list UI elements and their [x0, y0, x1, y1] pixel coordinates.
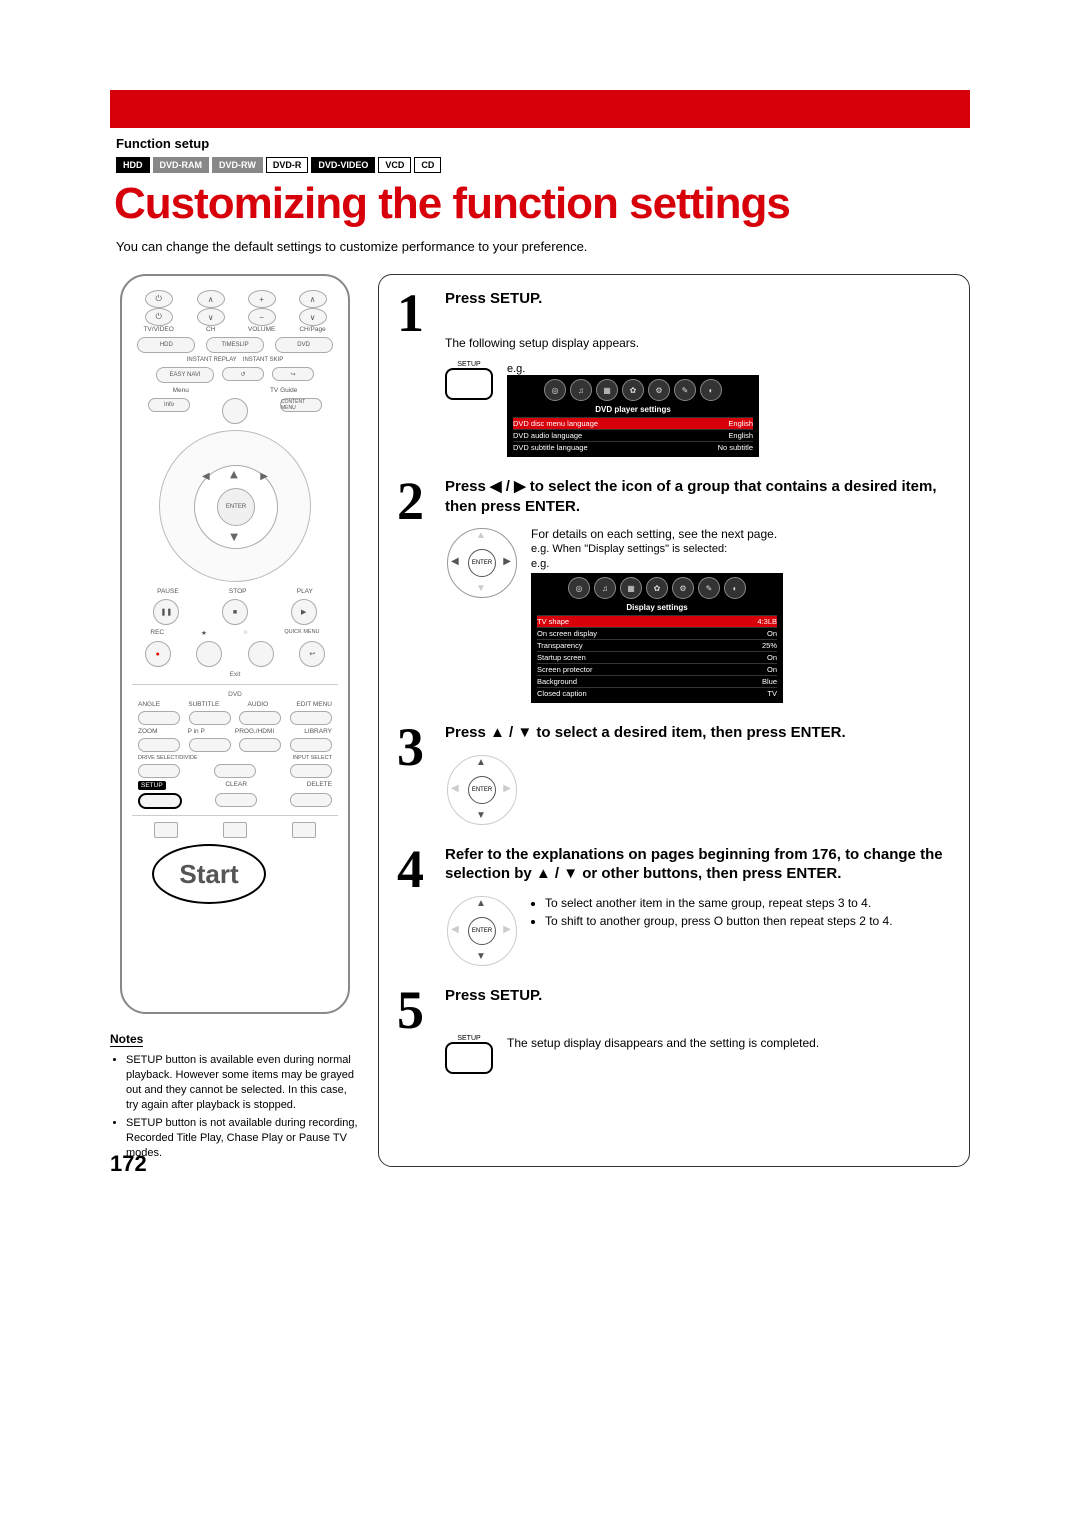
remote-illustration: ⏻⏻ TV/VIDEO ∧∨ CH +− VOLUME ∧∨ CH/Page	[120, 274, 350, 1014]
step-2: 2 Press ◀ / ▶ to select the icon of a gr…	[397, 477, 951, 703]
eg-label: e.g.	[507, 363, 525, 375]
step-number: 5	[397, 986, 433, 1035]
page-number: 172	[110, 1151, 147, 1177]
step-5: 5 Press SETUP. SETUP The setup display d…	[397, 986, 951, 1075]
header-red-bar	[110, 90, 970, 128]
step-desc: The following setup display appears.	[445, 335, 951, 352]
step-title: Press SETUP.	[445, 986, 951, 1006]
fmt-hdd: HDD	[116, 157, 150, 173]
step-desc: For details on each setting, see the nex…	[531, 526, 951, 543]
dpad-updown-icon: ENTER ◀ ▶ ▲ ▼	[445, 894, 517, 966]
page-title: Customizing the function settings	[114, 179, 970, 229]
note-item: SETUP button is available even during no…	[126, 1053, 360, 1112]
start-callout: Start	[152, 844, 266, 904]
dpad-updown-icon: ENTER ◀ ▶ ▲ ▼	[445, 753, 517, 825]
fmt-dvdr: DVD-R	[266, 157, 309, 173]
steps-panel: 1 Press SETUP. The following setup displ…	[378, 274, 970, 1167]
eg-label: e.g.	[531, 558, 951, 570]
format-strip: HDD DVD-RAM DVD-RW DVD-R DVD-VIDEO VCD C…	[116, 157, 970, 173]
section-label: Function setup	[116, 136, 970, 151]
step-1: 1 Press SETUP. The following setup displ…	[397, 289, 951, 457]
step-number: 4	[397, 845, 433, 894]
fmt-cd: CD	[414, 157, 441, 173]
notes-heading: Notes	[110, 1032, 143, 1047]
step-title: Press ▲ / ▼ to select a desired item, th…	[445, 723, 951, 743]
eg-label: e.g. When "Display settings" is selected…	[531, 543, 951, 555]
dpad-leftright-icon: ENTER ◀ ▶ ▲ ▼	[445, 526, 517, 598]
setup-button-icon	[445, 368, 493, 400]
step-number: 1	[397, 289, 433, 338]
step-3: 3 Press ▲ / ▼ to select a desired item, …	[397, 723, 951, 825]
note-item: SETUP button is not available during rec…	[126, 1116, 360, 1161]
fmt-dvdram: DVD-RAM	[153, 157, 210, 173]
step4-bullet: To shift to another group, press O butto…	[545, 914, 893, 928]
step-title: Refer to the explanations on pages begin…	[445, 845, 951, 884]
step-desc: The setup display disappears and the set…	[507, 1035, 819, 1052]
intro-text: You can change the default settings to c…	[116, 239, 970, 254]
osd-player-settings: ◎♫▦✿⚙✎◐ DVD player settings DVD disc men…	[507, 375, 759, 457]
step-number: 2	[397, 477, 433, 526]
osd-display-settings: ◎♫▦✿⚙✎◐ Display settings TV shape4:3LB O…	[531, 573, 783, 703]
step-4: 4 Refer to the explanations on pages beg…	[397, 845, 951, 966]
step-title: Press SETUP.	[445, 289, 951, 309]
setup-button-icon	[445, 1042, 493, 1074]
fmt-dvdrw: DVD-RW	[212, 157, 263, 173]
step-title: Press ◀ / ▶ to select the icon of a grou…	[445, 477, 951, 516]
fmt-vcd: VCD	[378, 157, 411, 173]
step4-bullet: To select another item in the same group…	[545, 896, 893, 910]
fmt-dvdvideo: DVD-VIDEO	[311, 157, 375, 173]
step-number: 3	[397, 723, 433, 772]
notes-block: Notes SETUP button is available even dur…	[110, 1032, 360, 1161]
